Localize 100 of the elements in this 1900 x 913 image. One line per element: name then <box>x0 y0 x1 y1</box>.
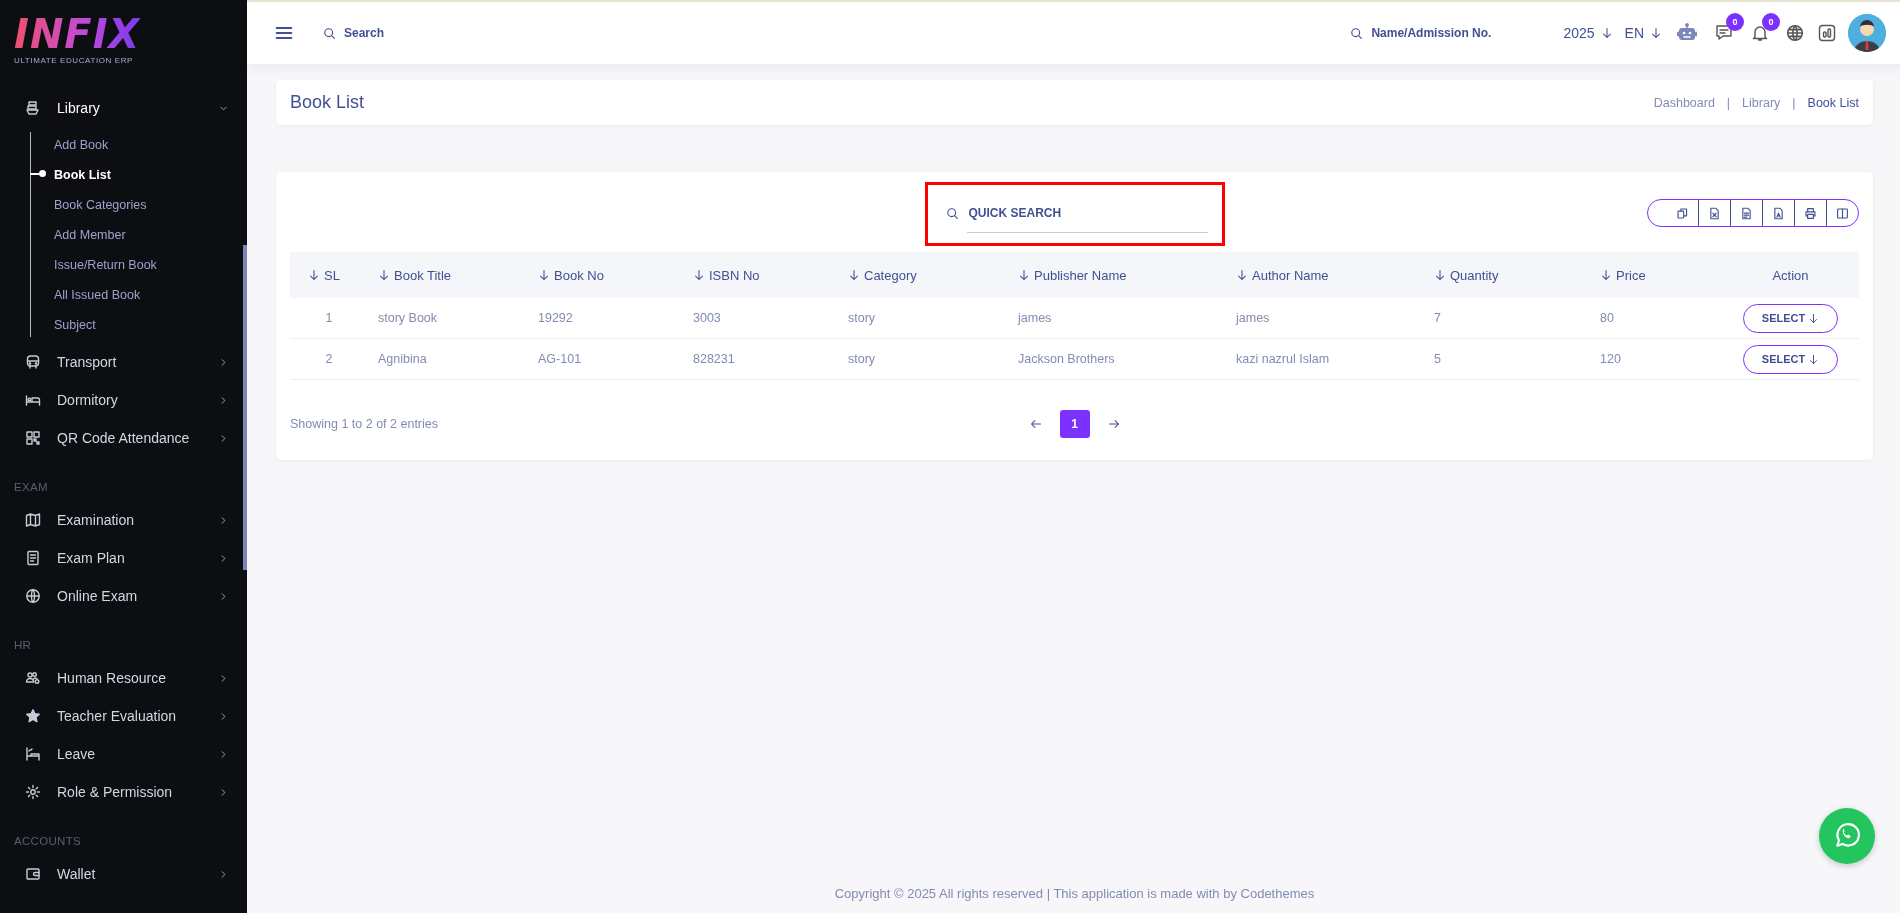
search-icon <box>1350 26 1364 40</box>
table-cell: 5 <box>1434 352 1441 366</box>
table-cell: 120 <box>1600 352 1621 366</box>
map-icon <box>25 512 41 528</box>
notifications-button[interactable]: 0 <box>1750 13 1780 43</box>
arrow-left-icon <box>1029 418 1042 430</box>
sidebar-item[interactable]: Examination <box>0 501 247 539</box>
robot-button[interactable] <box>1676 23 1698 43</box>
column-header[interactable]: Book No <box>520 267 675 283</box>
select-button[interactable]: SELECT <box>1743 303 1838 333</box>
table-cell: story <box>848 311 876 325</box>
column-header[interactable]: SL <box>290 267 360 283</box>
sidebar-item[interactable]: Wallet <box>0 855 247 893</box>
arrow-down-icon <box>1808 353 1820 365</box>
qr-code-icon <box>25 430 41 446</box>
column-header[interactable]: ISBN No <box>675 267 830 283</box>
submenu-item[interactable]: Book List <box>31 162 247 187</box>
sidebar-item[interactable]: Human Resource <box>0 659 247 697</box>
breadcrumb-link[interactable]: Book List <box>1807 95 1859 110</box>
page-button[interactable]: 1 <box>1059 410 1090 438</box>
sidebar-item[interactable]: Teacher Evaluation <box>0 697 247 735</box>
section-heading: ACCOUNTS <box>13 834 82 849</box>
table-cell: story Book <box>378 311 438 325</box>
column-header[interactable]: Quantity <box>1416 267 1582 283</box>
sidebar-item[interactable]: Dormitory <box>0 381 247 419</box>
messages-button[interactable]: 0 <box>1714 13 1744 43</box>
search-icon <box>323 26 336 40</box>
submenu-item[interactable]: Subject <box>31 312 247 337</box>
column-header[interactable]: Category <box>830 267 1000 283</box>
page-title: Book List <box>290 92 366 113</box>
notifications-badge: 0 <box>1762 13 1780 31</box>
sidebar-item[interactable]: Transport <box>0 343 247 381</box>
table-cell: Jackson Brothers <box>1018 352 1115 366</box>
breadcrumb-separator: | <box>1726 95 1731 110</box>
messages-badge: 0 <box>1726 13 1744 31</box>
submenu-item[interactable]: Book Categories <box>31 192 247 217</box>
year-dropdown[interactable]: 2025 <box>1563 25 1613 41</box>
avatar[interactable] <box>1848 14 1886 52</box>
search-field[interactable]: Search <box>342 25 466 41</box>
column-header[interactable]: Book Title <box>360 267 520 283</box>
sort-arrow-icon <box>308 269 320 281</box>
sort-arrow-icon <box>538 269 550 281</box>
wallet-icon <box>25 866 41 882</box>
search-icon <box>945 206 959 220</box>
sidebar-item[interactable]: Leave <box>0 735 247 773</box>
arrow-down-icon <box>1650 27 1662 39</box>
people-gear-icon <box>25 670 41 686</box>
pdf-file-icon <box>1772 206 1785 220</box>
book-stack-icon <box>25 100 41 116</box>
student-search-field[interactable]: Name/Admission No. <box>1369 25 1524 41</box>
column-header[interactable]: Price <box>1582 267 1722 283</box>
sidebar-item[interactable]: Exam Plan <box>0 539 247 577</box>
arrow-down-icon <box>1600 27 1613 39</box>
submenu-item[interactable]: All Issued Book <box>31 282 247 307</box>
column-header[interactable]: Publisher Name <box>1000 267 1218 283</box>
document-icon <box>1740 206 1753 220</box>
language-dropdown[interactable]: EN <box>1624 25 1662 41</box>
copy-icon <box>1675 206 1689 220</box>
document-icon <box>25 550 41 566</box>
sidebar-item[interactable]: QR Code Attendance <box>0 419 247 457</box>
select-button[interactable]: SELECT <box>1743 344 1838 374</box>
sort-arrow-icon <box>1236 269 1248 281</box>
table-cell: 19292 <box>538 311 573 325</box>
table-cell: james <box>1018 311 1052 325</box>
bed-icon <box>25 392 41 408</box>
scrollbar[interactable] <box>243 245 247 570</box>
sidebar-item[interactable]: Library <box>0 89 247 127</box>
bell-icon <box>1750 23 1770 43</box>
submenu-item[interactable]: Add Book <box>31 132 247 157</box>
menu-icon <box>275 24 293 42</box>
table-cell: AG-101 <box>538 352 582 366</box>
columns-icon <box>1836 206 1849 220</box>
sort-arrow-icon <box>1600 269 1612 281</box>
table-cell: Agnibina <box>378 352 427 366</box>
globe-icon <box>25 588 41 604</box>
table-cell: kazi nazrul Islam <box>1236 352 1330 366</box>
submenu-item[interactable]: Issue/Return Book <box>31 252 247 277</box>
entries-info: Showing 1 to 2 of 2 entries <box>290 417 438 431</box>
submenu-item[interactable]: Add Member <box>31 222 247 247</box>
table-cell: 3003 <box>693 311 721 325</box>
table-cell: 1 <box>325 311 333 325</box>
bed-icon <box>25 746 41 762</box>
column-header[interactable]: Action <box>1722 267 1859 283</box>
column-header[interactable]: Author Name <box>1218 267 1416 283</box>
table-cell: 828231 <box>693 352 735 366</box>
sort-arrow-icon <box>693 269 705 281</box>
sort-arrow-icon <box>1018 269 1030 281</box>
bus-icon <box>25 354 41 370</box>
sort-arrow-icon <box>1434 269 1446 281</box>
spreadsheet-file-icon <box>1708 206 1721 220</box>
chart-button[interactable] <box>1818 24 1836 42</box>
sort-arrow-icon <box>848 269 860 281</box>
section-heading: HR <box>13 638 33 653</box>
menu-button[interactable] <box>275 24 293 42</box>
sidebar-item[interactable]: Role & Permission <box>0 773 247 811</box>
language-button[interactable] <box>1786 24 1804 42</box>
table-cell: 7 <box>1434 311 1441 325</box>
quick-search-field[interactable]: QUICK SEARCH <box>966 193 1208 233</box>
globe-icon <box>1786 24 1804 42</box>
sidebar-item[interactable]: Online Exam <box>0 577 247 615</box>
